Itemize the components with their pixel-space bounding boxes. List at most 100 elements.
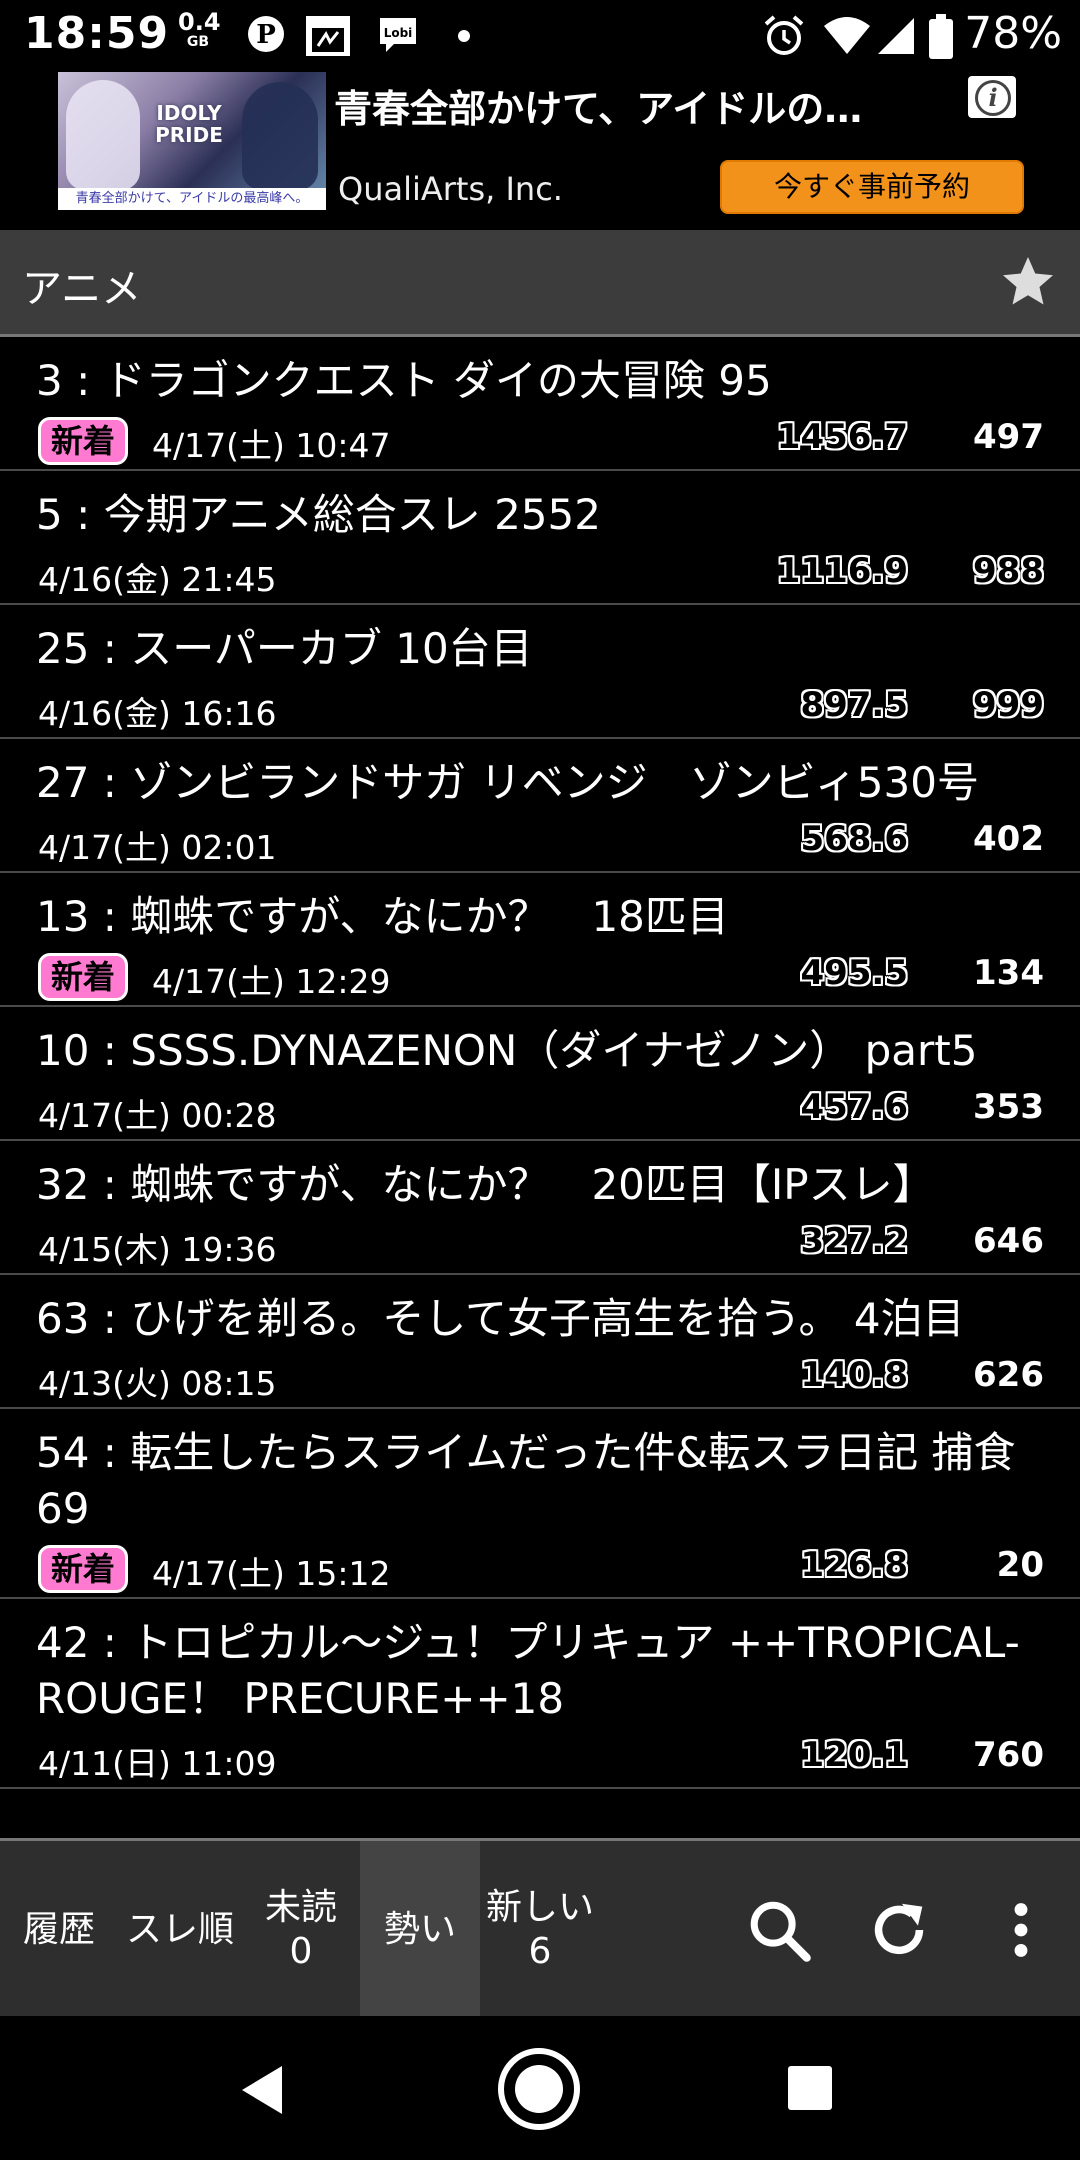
thread-meta: 4/17(土) 00:28 457.6 353	[36, 1079, 1044, 1139]
new-badge: 新着	[38, 953, 129, 1001]
favorite-star-icon[interactable]	[998, 252, 1058, 312]
thread-reply-count: 134	[973, 953, 1044, 993]
pinterest-icon: P	[248, 16, 284, 52]
thread-row[interactable]: 32 : 蜘蛛ですが、なにか？ 20匹目【IPスレ】 4/15(木) 19:36 3…	[0, 1141, 1080, 1275]
thread-title: 54 : 転生したらスライムだった件&転スラ日記 捕食69	[36, 1428, 1016, 1533]
thread-reply-count: 760	[973, 1735, 1044, 1775]
thread-title: 13 : 蜘蛛ですが、なにか？ 18匹目	[36, 892, 729, 941]
status-time: 18:59	[24, 8, 170, 59]
thread-title: 25 : スーパーカブ 10台目	[36, 624, 533, 673]
thread-row[interactable]: 13 : 蜘蛛ですが、なにか？ 18匹目 新着 4/17(土) 12:29 495.5…	[0, 873, 1080, 1007]
thread-row[interactable]: 3 : ドラゴンクエスト ダイの大冒険 95 新着 4/17(土) 10:47 145…	[0, 337, 1080, 471]
info-icon: i	[975, 80, 1011, 116]
thread-row[interactable]: 63 : ひげを剃る。そして女子高生を拾う。 4泊目 4/13(火) 08:15 1…	[0, 1275, 1080, 1409]
status-bar: 18:59 0.4 GB P Lobi 78%	[0, 0, 1080, 70]
thread-momentum: 495.5	[800, 953, 908, 993]
thread-momentum: 1456.7	[776, 417, 908, 457]
thread-title: 3 : ドラゴンクエスト ダイの大冒険 95	[36, 356, 772, 405]
thread-row[interactable]: 27 : ゾンビランドサガ リベンジ ゾンビィ530号 4/17(土) 02:01…	[0, 739, 1080, 873]
thread-date: 4/15(木) 19:36	[38, 1230, 277, 1269]
ad-banner[interactable]: IDOLY PRIDE 青春全部かけて、アイドルの最高峰へ。 青春全部かけて、ア…	[0, 70, 1080, 230]
townwork-icon	[306, 16, 350, 56]
more-options-icon[interactable]	[986, 1895, 1056, 1965]
thread-meta: 新着 4/17(土) 15:12 126.8 20	[36, 1537, 1044, 1597]
thread-date: 4/17(土) 02:01	[38, 828, 277, 867]
ad-cta-button[interactable]: 今すぐ事前予約	[720, 160, 1024, 214]
alarm-icon	[764, 15, 804, 55]
tab-new[interactable]: 新しい 6	[480, 1841, 600, 2019]
thread-momentum: 568.6	[800, 819, 908, 859]
tab-history-label: 履歴	[22, 1909, 95, 1950]
thread-reply-count: 402	[973, 819, 1044, 859]
thread-title: 63 : ひげを剃る。そして女子高生を拾う。 4泊目	[36, 1294, 965, 1343]
tab-momentum-label: 勢い	[383, 1909, 456, 1950]
thread-momentum: 897.5	[800, 685, 908, 725]
thread-momentum: 126.8	[800, 1545, 908, 1585]
thread-meta: 4/13(火) 08:15 140.8 626	[36, 1347, 1044, 1407]
thread-date: 4/13(火) 08:15	[38, 1364, 277, 1403]
refresh-icon[interactable]	[864, 1895, 934, 1965]
notification-dot-icon	[458, 30, 470, 42]
cellular-signal-icon	[878, 18, 914, 54]
data-usage-indicator: 0.4 GB	[178, 10, 221, 52]
ad-image-logo: IDOLY PRIDE	[155, 101, 223, 147]
category-title: アニメ	[22, 266, 142, 312]
tab-thread-order[interactable]: スレ順	[118, 1841, 242, 2019]
tab-unread[interactable]: 未読 0	[242, 1841, 360, 2019]
ad-character-left	[66, 80, 140, 190]
ad-image[interactable]: IDOLY PRIDE 青春全部かけて、アイドルの最高峰へ。	[58, 72, 326, 210]
thread-reply-count: 646	[973, 1221, 1044, 1261]
thread-reply-count: 353	[973, 1087, 1044, 1127]
ad-image-caption: 青春全部かけて、アイドルの最高峰へ。	[58, 188, 326, 210]
thread-date: 4/11(日) 11:09	[38, 1744, 277, 1783]
thread-row[interactable]: 42 : トロピカル～ジュ！プリキュア ++TROPICAL-ROUGE！ PR…	[0, 1599, 1080, 1789]
thread-momentum: 457.6	[800, 1087, 908, 1127]
home-icon[interactable]	[496, 2046, 582, 2132]
thread-meta: 新着 4/17(土) 12:29 495.5 134	[36, 945, 1044, 1005]
svg-text:P: P	[256, 20, 276, 50]
thread-reply-count: 20	[996, 1545, 1044, 1585]
thread-row[interactable]: 25 : スーパーカブ 10台目 4/16(金) 16:16 897.5 999	[0, 605, 1080, 739]
wifi-icon	[824, 17, 870, 54]
ad-info-button[interactable]: i	[968, 76, 1016, 118]
search-icon[interactable]	[744, 1895, 814, 1965]
thread-title: 42 : トロピカル～ジュ！プリキュア ++TROPICAL-ROUGE！ PR…	[36, 1618, 1020, 1723]
tab-history[interactable]: 履歴	[0, 1841, 118, 2019]
thread-meta: 4/15(木) 19:36 327.2 646	[36, 1213, 1044, 1273]
ad-character-right	[242, 82, 318, 190]
thread-date: 4/16(金) 16:16	[38, 694, 277, 733]
svg-text:Lobi: Lobi	[384, 26, 413, 40]
thread-date: 4/17(土) 10:47	[152, 426, 391, 465]
thread-title: 27 : ゾンビランドサガ リベンジ ゾンビィ530号	[36, 758, 979, 807]
thread-meta: 4/11(日) 11:09 120.1 760	[36, 1727, 1044, 1787]
battery-icon	[929, 14, 953, 59]
thread-list[interactable]: 3 : ドラゴンクエスト ダイの大冒険 95 新着 4/17(土) 10:47 145…	[0, 337, 1080, 1837]
thread-momentum: 327.2	[800, 1221, 908, 1261]
bottom-toolbar: 履歴 スレ順 未読 0 勢い 新しい 6	[0, 1838, 1080, 2019]
lobi-icon: Lobi	[380, 18, 416, 52]
thread-meta: 4/16(金) 21:45 1116.9 988	[36, 543, 1044, 603]
thread-reply-count: 626	[973, 1355, 1044, 1395]
thread-title: 5 : 今期アニメ総合スレ 2552	[36, 490, 601, 539]
tab-unread-label: 未読	[264, 1887, 337, 1928]
tab-momentum[interactable]: 勢い	[360, 1841, 480, 2019]
new-badge: 新着	[38, 417, 129, 465]
thread-row[interactable]: 5 : 今期アニメ総合スレ 2552 4/16(金) 21:45 1116.9 988	[0, 471, 1080, 605]
category-header: アニメ	[0, 230, 1080, 337]
system-nav-bar	[0, 2016, 1080, 2160]
recents-icon[interactable]	[786, 2064, 834, 2112]
ad-title[interactable]: 青春全部かけて、アイドルの…	[334, 78, 862, 133]
thread-date: 4/16(金) 21:45	[38, 560, 277, 599]
thread-momentum: 1116.9	[776, 551, 908, 591]
thread-date: 4/17(土) 15:12	[152, 1554, 391, 1593]
tab-thread-order-label: スレ順	[125, 1909, 234, 1950]
thread-date: 4/17(土) 12:29	[152, 962, 391, 1001]
back-icon[interactable]	[236, 2062, 292, 2118]
thread-momentum: 120.1	[800, 1735, 908, 1775]
thread-meta: 4/17(土) 02:01 568.6 402	[36, 811, 1044, 871]
thread-row[interactable]: 10 : SSSS.DYNAZENON（ダイナゼノン） part5 4/17(土)…	[0, 1007, 1080, 1141]
thread-row[interactable]: 54 : 転生したらスライムだった件&転スラ日記 捕食69 新着 4/17(土) 1…	[0, 1409, 1080, 1599]
thread-date: 4/17(土) 00:28	[38, 1096, 277, 1135]
thread-reply-count: 988	[973, 551, 1044, 591]
thread-reply-count: 497	[973, 417, 1044, 457]
